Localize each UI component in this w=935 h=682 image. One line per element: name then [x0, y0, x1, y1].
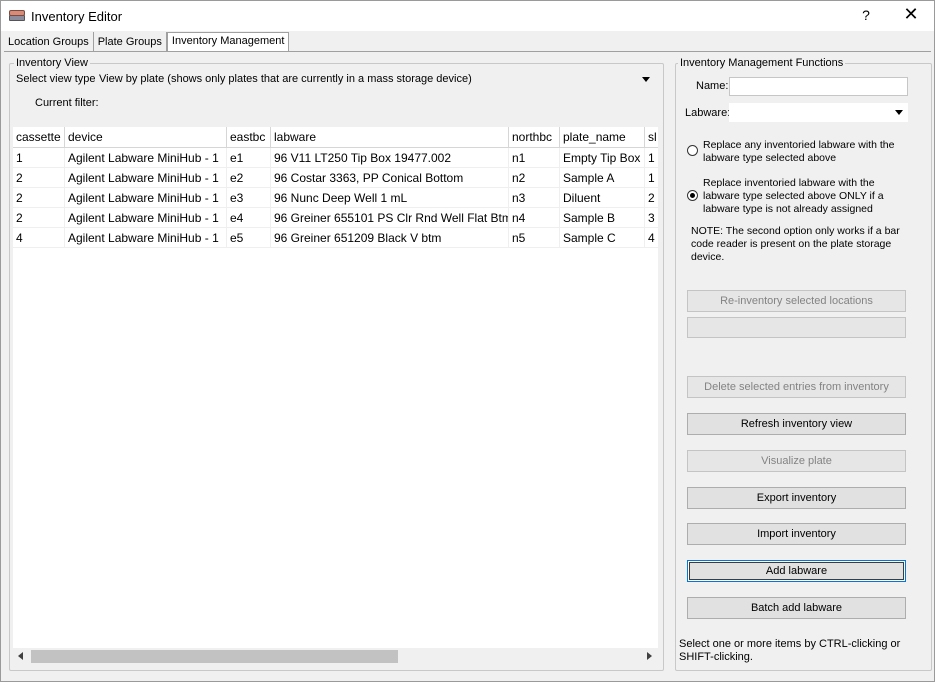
scrollbar-thumb[interactable]	[31, 650, 398, 663]
name-input[interactable]	[729, 77, 908, 96]
refresh-inventory-button[interactable]: Refresh inventory view	[687, 413, 906, 435]
cell-plate-name: Diluent	[560, 188, 645, 208]
cell-sl: 2	[645, 188, 658, 208]
cell-northbc: n5	[509, 228, 560, 248]
reinventory-button[interactable]: Re-inventory selected locations	[687, 290, 906, 312]
functions-group-title: Inventory Management Functions	[678, 57, 846, 69]
table-row[interactable]: 2 Agilent Labware MiniHub - 1 e3 96 Nunc…	[13, 188, 658, 208]
labware-select[interactable]	[729, 103, 908, 122]
cell-device: Agilent Labware MiniHub - 1	[65, 168, 227, 188]
horizontal-scrollbar[interactable]	[13, 648, 658, 665]
cell-cassette: 2	[13, 188, 65, 208]
cell-sl: 1	[645, 168, 658, 188]
cell-device: Agilent Labware MiniHub - 1	[65, 148, 227, 168]
cell-plate-name: Sample B	[560, 208, 645, 228]
cell-plate-name: Empty Tip Box	[560, 148, 645, 168]
import-inventory-button[interactable]: Import inventory	[687, 523, 906, 545]
tab-plate-groups[interactable]: Plate Groups	[93, 32, 167, 52]
export-inventory-button[interactable]: Export inventory	[687, 487, 906, 509]
delete-entries-button[interactable]: Delete selected entries from inventory	[687, 376, 906, 398]
table-row[interactable]: 4 Agilent Labware MiniHub - 1 e5 96 Grei…	[13, 228, 658, 248]
column-header-cassette[interactable]: cassette	[13, 127, 65, 148]
tab-strip: Location Groups Plate Groups Inventory M…	[4, 32, 290, 52]
name-label: Name:	[696, 80, 729, 92]
cell-sl: 3	[645, 208, 658, 228]
column-header-labware[interactable]: labware	[271, 127, 509, 148]
cell-labware: 96 Greiner 655101 PS Clr Rnd Well Flat B…	[271, 208, 509, 228]
app-icon	[9, 10, 25, 22]
cell-plate-name: Sample A	[560, 168, 645, 188]
cell-cassette: 2	[13, 168, 65, 188]
cell-northbc: n1	[509, 148, 560, 168]
replace-any-label[interactable]: Replace any inventoried labware with the…	[703, 139, 903, 165]
inventory-editor-window: Inventory Editor ? ✕ Location Groups Pla…	[0, 0, 935, 682]
cell-plate-name: Sample C	[560, 228, 645, 248]
current-filter-label: Current filter:	[35, 97, 99, 109]
cell-eastbc: e5	[227, 228, 271, 248]
cell-northbc: n2	[509, 168, 560, 188]
cell-labware: 96 Greiner 651209 Black V btm	[271, 228, 509, 248]
cell-eastbc: e1	[227, 148, 271, 168]
cell-sl: 1	[645, 148, 658, 168]
close-button[interactable]: ✕	[901, 4, 921, 25]
labware-label: Labware:	[685, 107, 731, 119]
chevron-down-icon	[642, 77, 650, 82]
scroll-left-icon[interactable]	[18, 652, 23, 660]
view-type-label: Select view type:	[16, 73, 99, 85]
cell-labware: 96 Costar 3363, PP Conical Bottom	[271, 168, 509, 188]
column-header-eastbc[interactable]: eastbc	[227, 127, 271, 148]
replace-any-radio[interactable]	[687, 145, 698, 156]
bar-code-note: NOTE: The second option only works if a …	[691, 225, 900, 263]
column-header-plate-name[interactable]: plate_name	[560, 127, 645, 148]
table-row[interactable]: 1 Agilent Labware MiniHub - 1 e1 96 V11 …	[13, 148, 658, 168]
cell-eastbc: e3	[227, 188, 271, 208]
replace-if-unassigned-label[interactable]: Replace inventoried labware with the lab…	[703, 177, 903, 216]
view-type-value: View by plate (shows only plates that ar…	[99, 73, 472, 85]
column-header-northbc[interactable]: northbc	[509, 127, 560, 148]
tab-inventory-management[interactable]: Inventory Management	[166, 32, 290, 51]
column-header-device[interactable]: device	[65, 127, 227, 148]
cell-northbc: n4	[509, 208, 560, 228]
tab-page-border	[4, 51, 931, 52]
title-bar: Inventory Editor ? ✕	[1, 1, 934, 31]
help-button[interactable]: ?	[859, 7, 873, 23]
visualize-plate-button[interactable]: Visualize plate	[687, 450, 906, 472]
column-header-sl[interactable]: sl	[645, 127, 658, 148]
cell-cassette: 4	[13, 228, 65, 248]
inventory-table[interactable]: cassette device eastbc labware northbc p…	[13, 127, 658, 649]
cell-labware: 96 Nunc Deep Well 1 mL	[271, 188, 509, 208]
cell-eastbc: e2	[227, 168, 271, 188]
cell-device: Agilent Labware MiniHub - 1	[65, 228, 227, 248]
cell-northbc: n3	[509, 188, 560, 208]
window-title: Inventory Editor	[31, 8, 123, 24]
table-row[interactable]: 2 Agilent Labware MiniHub - 1 e2 96 Cost…	[13, 168, 658, 188]
table-row[interactable]: 2 Agilent Labware MiniHub - 1 e4 96 Grei…	[13, 208, 658, 228]
progress-bar	[687, 317, 906, 338]
cell-cassette: 1	[13, 148, 65, 168]
cell-device: Agilent Labware MiniHub - 1	[65, 208, 227, 228]
selection-hint: Select one or more items by CTRL-clickin…	[679, 638, 901, 663]
add-labware-button[interactable]: Add labware	[687, 560, 906, 582]
table-header: cassette device eastbc labware northbc p…	[13, 127, 658, 148]
replace-if-unassigned-radio[interactable]	[687, 190, 698, 201]
cell-sl: 4	[645, 228, 658, 248]
scroll-right-icon[interactable]	[647, 652, 652, 660]
view-type-select[interactable]: View by plate (shows only plates that ar…	[96, 71, 656, 89]
cell-cassette: 2	[13, 208, 65, 228]
chevron-down-icon	[895, 110, 903, 115]
inventory-view-group-title: Inventory View	[14, 57, 90, 69]
batch-add-labware-button[interactable]: Batch add labware	[687, 597, 906, 619]
cell-labware: 96 V11 LT250 Tip Box 19477.002	[271, 148, 509, 168]
cell-eastbc: e4	[227, 208, 271, 228]
cell-device: Agilent Labware MiniHub - 1	[65, 188, 227, 208]
tab-location-groups[interactable]: Location Groups	[4, 32, 94, 52]
